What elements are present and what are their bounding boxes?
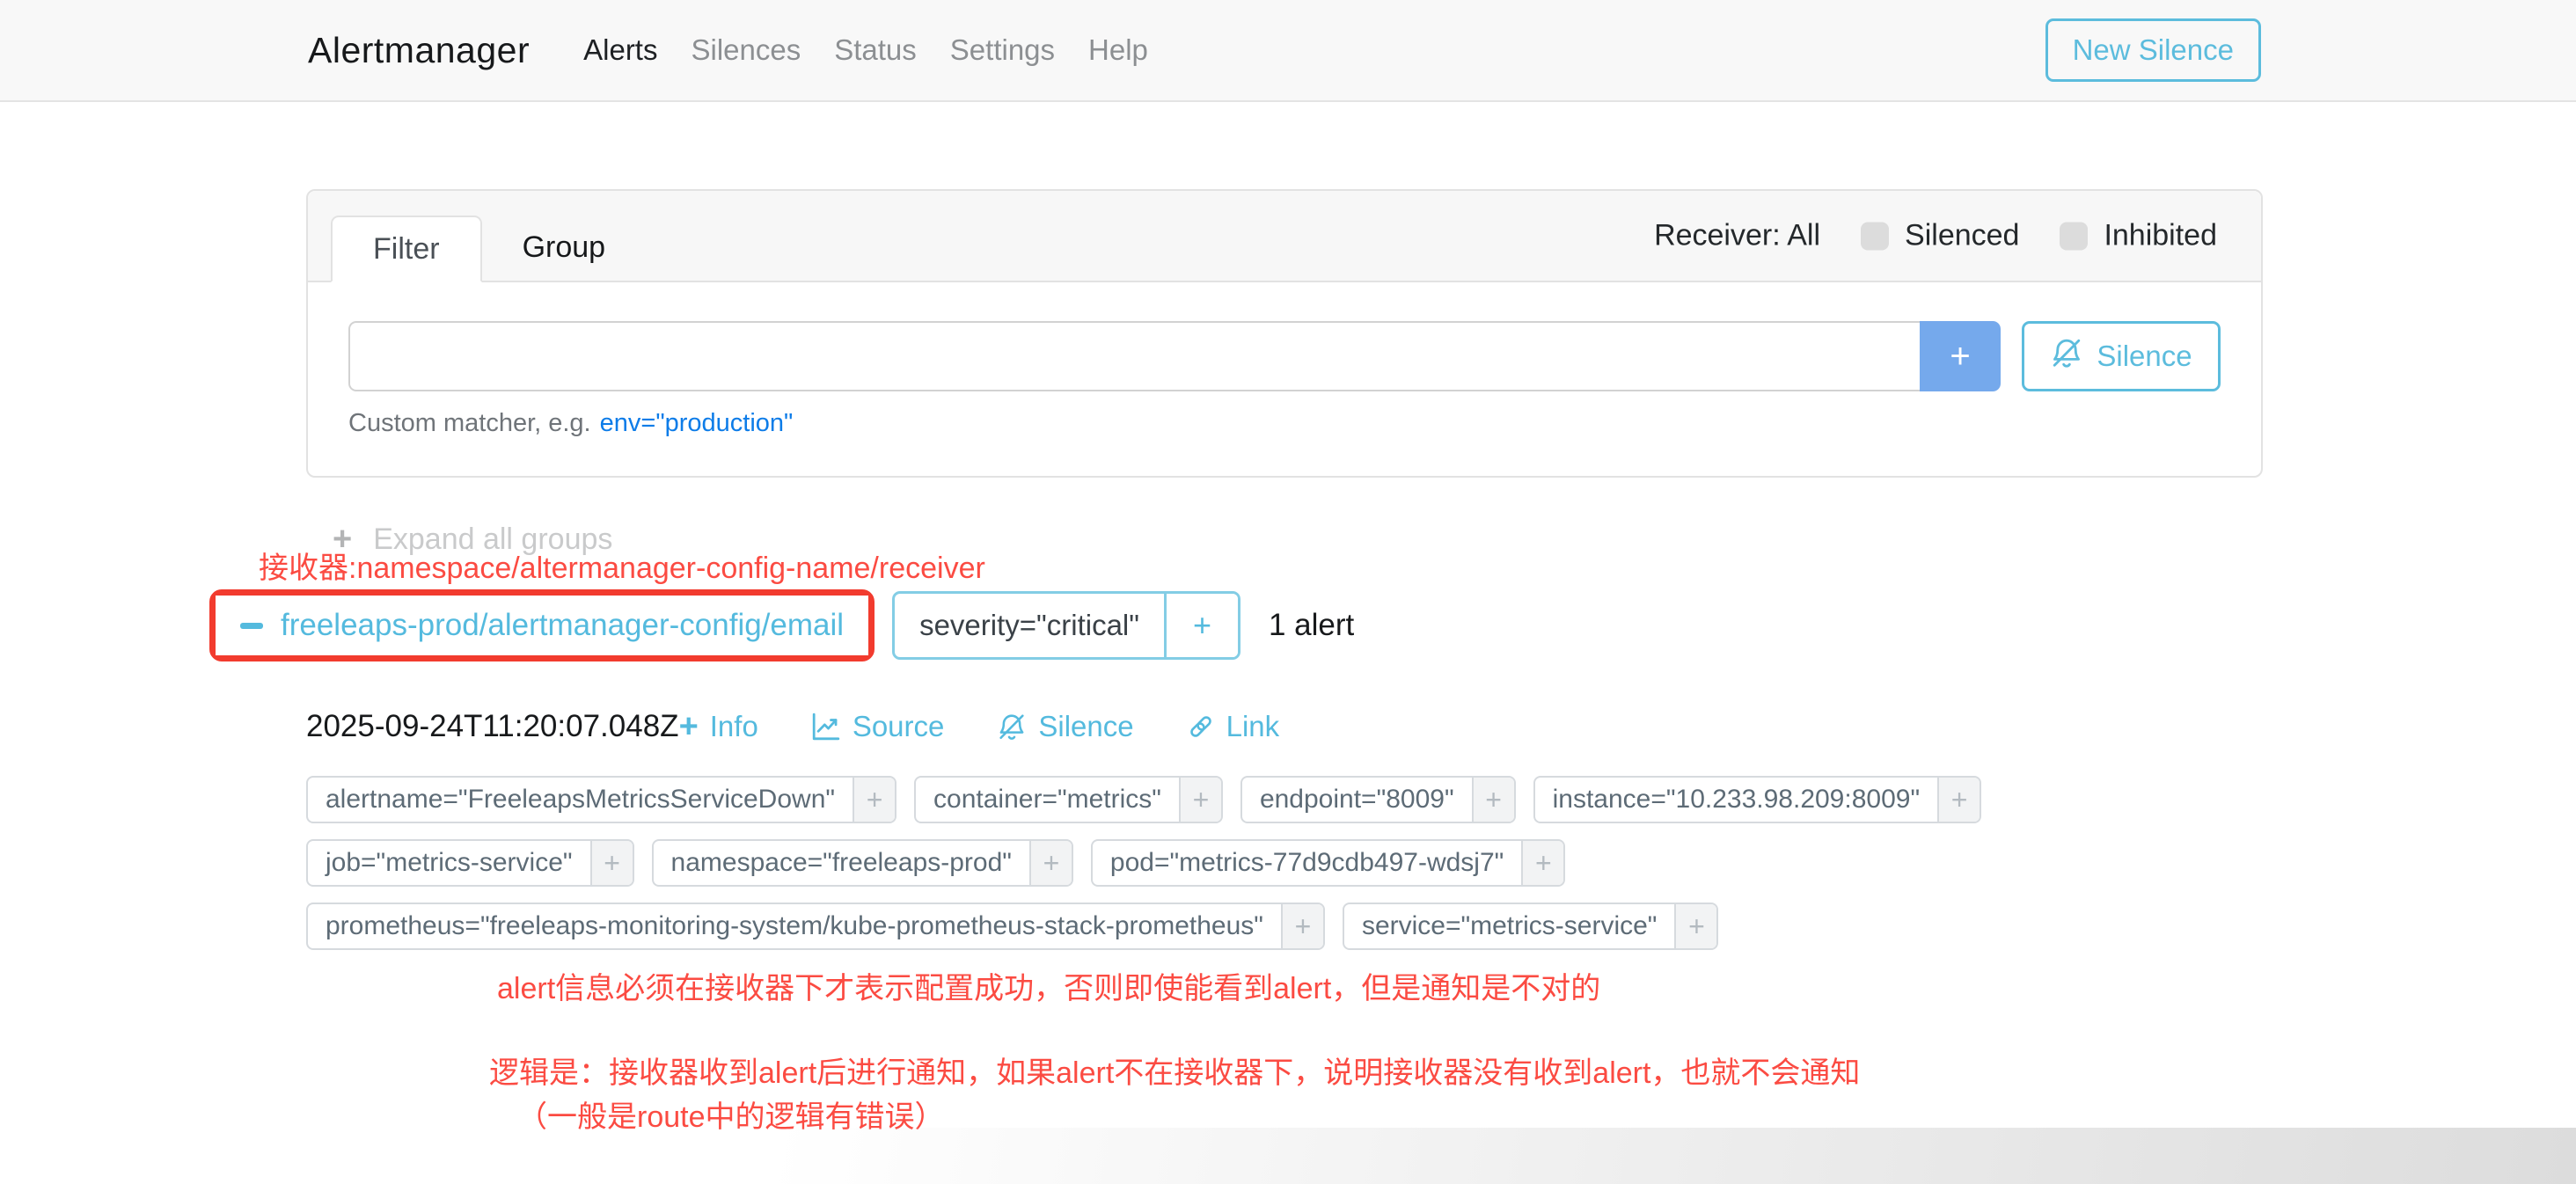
silence-filter-button[interactable]: Silence [2022,321,2221,391]
label-tag-add-button[interactable]: + [1937,778,1980,822]
silence-filter-label: Silence [2097,340,2192,373]
navbar: Alertmanager Alerts Silences Status Sett… [0,0,2576,102]
matcher-helper: Custom matcher, e.g. env="production" [348,409,2221,438]
label-tag-instance: instance="10.233.98.209:8009" + [1533,776,1981,823]
label-tag-text: alertname="FreeleapsMetricsServiceDown" [308,778,853,822]
alert-link-button[interactable]: Link [1187,710,1280,743]
label-tag-add-button[interactable]: + [1472,778,1514,822]
annotation-red-box: freeleaps-prod/alertmanager-config/email [209,589,875,661]
receiver-dropdown[interactable]: Receiver: All [1654,219,1820,253]
alert-source-label: Source [853,710,945,743]
silenced-checkbox-label: Silenced [1905,219,2019,253]
matcher-input-row: + Silence [348,321,2221,391]
label-tag-text: endpoint="8009" [1242,778,1472,822]
inhibited-checkbox[interactable]: Inhibited [2060,219,2217,253]
nav-item-status[interactable]: Status [817,33,933,67]
label-tag-add-button[interactable]: + [1179,778,1221,822]
filter-card-body: + Silence Custom matcher, e.g. env="prod… [308,282,2261,438]
new-silence-button[interactable]: New Silence [2045,18,2261,82]
nav-item-alerts[interactable]: Alerts [567,33,674,67]
group-receiver-label: freeleaps-prod/alertmanager-config/email [281,608,844,643]
link-icon [1187,713,1215,741]
filter-card: Filter Group Receiver: All Silenced Inhi… [306,189,2263,478]
label-tag-text: pod="metrics-77d9cdb497-wdsj7" [1093,841,1521,885]
group-alert-count: 1 alert [1269,608,1354,643]
label-tag-namespace: namespace="freeleaps-prod" + [652,839,1073,887]
label-tag-text: prometheus="freeleaps-monitoring-system/… [308,904,1281,948]
annotation-receiver-note: 接收器:namespace/altermanager-config-name/r… [259,544,985,587]
inhibited-checkbox-label: Inhibited [2104,219,2217,253]
label-tag-alertname: alertname="FreeleapsMetricsServiceDown" … [306,776,896,823]
label-tag-add-button[interactable]: + [853,778,895,822]
silenced-checkbox[interactable]: Silenced [1861,219,2019,253]
alert-header-row: 2025-09-24T11:20:07.048Z + Info Source [306,709,1279,744]
alert-info-label: Info [710,710,758,743]
label-tag-text: instance="10.233.98.209:8009" [1535,778,1937,822]
annotation-line-2: 逻辑是：接收器收到alert后进行通知，如果alert不在接收器下，说明接收器没… [489,1049,1860,1092]
label-tag-text: service="metrics-service" [1344,904,1675,948]
tab-group[interactable]: Group [482,214,647,281]
alert-silence-button[interactable]: Silence [997,710,1133,743]
annotation-line-1: alert信息必须在接收器下才表示配置成功，否则即使能看到alert，但是通知是… [497,964,1600,1007]
nav-item-settings[interactable]: Settings [933,33,1072,67]
label-tag-service: service="metrics-service" + [1343,903,1719,950]
matcher-example-link[interactable]: env="production" [600,409,794,438]
alert-silence-label: Silence [1038,710,1133,743]
label-tag-job: job="metrics-service" + [306,839,634,887]
bell-slash-icon [997,712,1027,742]
group-matcher-add-button[interactable]: + [1164,594,1238,657]
add-matcher-button[interactable]: + [1920,321,2001,391]
label-tag-add-button[interactable]: + [1029,841,1072,885]
matcher-helper-text: Custom matcher, e.g. [348,409,591,438]
label-tag-add-button[interactable]: + [1281,904,1323,948]
label-tag-add-button[interactable]: + [590,841,633,885]
label-tag-pod: pod="metrics-77d9cdb497-wdsj7" + [1091,839,1565,887]
nav-item-help[interactable]: Help [1072,33,1165,67]
tab-filter[interactable]: Filter [331,216,482,282]
alert-labels: alertname="FreeleapsMetricsServiceDown" … [306,776,2022,950]
label-tag-text: namespace="freeleaps-prod" [654,841,1029,885]
matcher-input[interactable] [348,321,1920,391]
silenced-checkbox-box[interactable] [1861,222,1889,250]
alert-link-label: Link [1226,710,1280,743]
bottom-shadow [0,1128,2576,1184]
group-matcher-chip: severity="critical" + [892,591,1240,660]
label-tag-container: container="metrics" + [914,776,1223,823]
alertmanager-page: Alertmanager Alerts Silences Status Sett… [0,0,2576,1184]
plus-icon: + [679,710,699,743]
alert-timestamp: 2025-09-24T11:20:07.048Z [306,709,679,744]
label-tag-add-button[interactable]: + [1521,841,1563,885]
inhibited-checkbox-box[interactable] [2060,222,2088,250]
label-tag-text: container="metrics" [916,778,1179,822]
label-tag-add-button[interactable]: + [1674,904,1716,948]
group-receiver-button[interactable]: freeleaps-prod/alertmanager-config/email [216,596,868,655]
label-tag-prometheus: prometheus="freeleaps-monitoring-system/… [306,903,1325,950]
brand-alertmanager[interactable]: Alertmanager [308,30,530,71]
minus-icon [240,623,263,629]
nav-item-silences[interactable]: Silences [674,33,817,67]
alert-group-row: freeleaps-prod/alertmanager-config/email… [209,589,1354,661]
chart-icon [811,712,841,742]
label-tag-endpoint: endpoint="8009" + [1240,776,1516,823]
filter-card-header: Filter Group Receiver: All Silenced Inhi… [308,191,2261,282]
group-matcher-label: severity="critical" [895,594,1164,657]
label-tag-text: job="metrics-service" [308,841,590,885]
main-nav: Alerts Silences Status Settings Help [567,33,1165,67]
bell-slash-icon [2050,336,2083,376]
filter-header-controls: Receiver: All Silenced Inhibited [1654,219,2217,253]
alert-source-link[interactable]: Source [811,710,945,743]
alert-info-button[interactable]: + Info [679,710,758,743]
